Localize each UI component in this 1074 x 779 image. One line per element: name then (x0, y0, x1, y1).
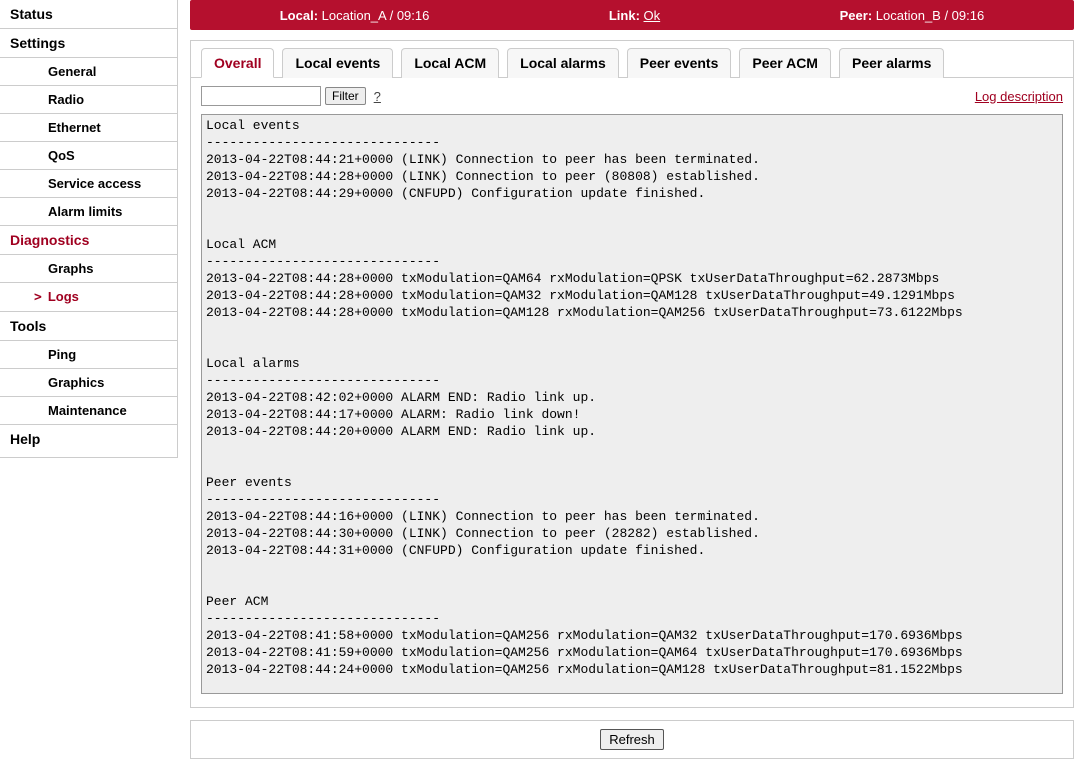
sidebar-item-alarm-limits[interactable]: Alarm limits (0, 198, 177, 226)
status-peer: Peer: Location_B / 09:16 (840, 8, 985, 23)
status-peer-label: Peer: (840, 8, 873, 23)
tab-peer-acm[interactable]: Peer ACM (739, 48, 831, 78)
sidebar-item-help[interactable]: Help (0, 425, 177, 453)
sidebar-item-tools[interactable]: Tools (0, 312, 177, 341)
status-bar: Local: Location_A / 09:16 Link: Ok Peer:… (190, 0, 1074, 30)
log-textarea[interactable] (201, 114, 1063, 694)
tab-local-events[interactable]: Local events (282, 48, 393, 78)
filter-button[interactable]: Filter (325, 87, 366, 105)
sidebar-item-ping[interactable]: Ping (0, 341, 177, 369)
sidebar-item-qos[interactable]: QoS (0, 142, 177, 170)
sidebar: Status Settings General Radio Ethernet Q… (0, 0, 178, 458)
sidebar-item-status[interactable]: Status (0, 0, 177, 29)
status-peer-value: Location_B / 09:16 (876, 8, 984, 23)
tab-overall[interactable]: Overall (201, 48, 274, 78)
tab-peer-alarms[interactable]: Peer alarms (839, 48, 944, 78)
filter-row: Filter ? Log description (191, 78, 1073, 114)
status-link: Link: Ok (609, 8, 660, 23)
refresh-bar: Refresh (190, 720, 1074, 759)
sidebar-item-service-access[interactable]: Service access (0, 170, 177, 198)
sidebar-item-graphs[interactable]: Graphs (0, 255, 177, 283)
tab-local-acm[interactable]: Local ACM (401, 48, 499, 78)
status-link-label: Link: (609, 8, 640, 23)
sidebar-item-maintenance[interactable]: Maintenance (0, 397, 177, 425)
sidebar-item-diagnostics[interactable]: Diagnostics (0, 226, 177, 255)
logs-panel: Overall Local events Local ACM Local ala… (190, 40, 1074, 708)
tab-peer-events[interactable]: Peer events (627, 48, 732, 78)
main-content: Local: Location_A / 09:16 Link: Ok Peer:… (178, 0, 1074, 771)
sidebar-item-ethernet[interactable]: Ethernet (0, 114, 177, 142)
log-description-link[interactable]: Log description (975, 89, 1063, 104)
sidebar-item-radio[interactable]: Radio (0, 86, 177, 114)
refresh-button[interactable]: Refresh (600, 729, 664, 750)
tab-local-alarms[interactable]: Local alarms (507, 48, 619, 78)
sidebar-item-logs[interactable]: Logs (0, 283, 177, 312)
status-local-label: Local: (280, 8, 318, 23)
tab-bar: Overall Local events Local ACM Local ala… (191, 41, 1073, 78)
filter-help-icon[interactable]: ? (374, 89, 381, 104)
status-local-value: Location_A / 09:16 (322, 8, 430, 23)
status-link-value[interactable]: Ok (644, 8, 661, 23)
sidebar-item-graphics[interactable]: Graphics (0, 369, 177, 397)
sidebar-item-general[interactable]: General (0, 58, 177, 86)
status-local: Local: Location_A / 09:16 (280, 8, 430, 23)
filter-input[interactable] (201, 86, 321, 106)
sidebar-item-settings[interactable]: Settings (0, 29, 177, 58)
